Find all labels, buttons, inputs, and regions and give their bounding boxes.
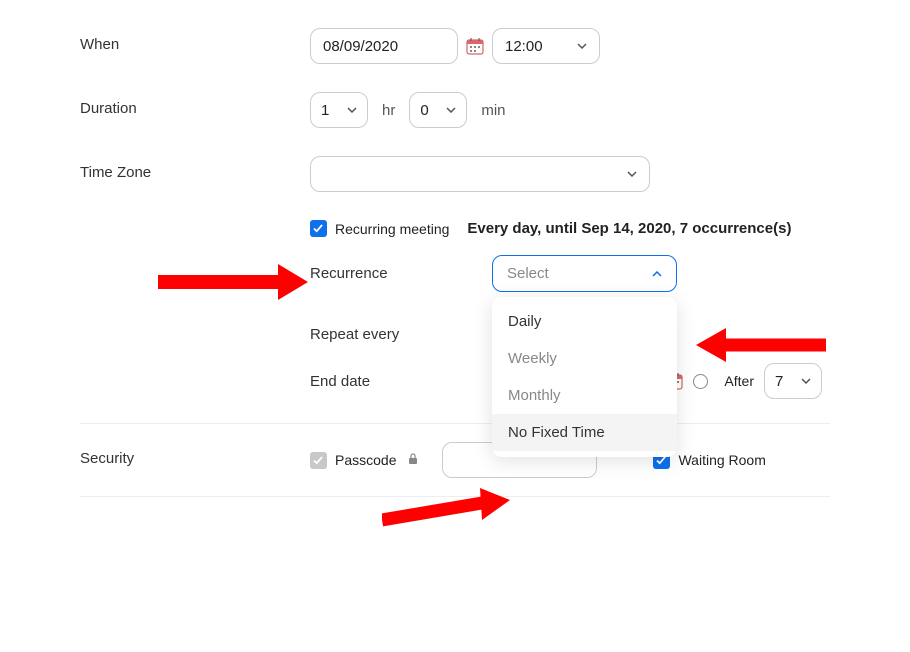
duration-hours-select[interactable]: 1 xyxy=(310,92,368,128)
recurrence-option-weekly[interactable]: Weekly xyxy=(492,340,677,377)
divider xyxy=(80,423,830,424)
when-date-input[interactable]: 08/09/2020 xyxy=(310,28,458,64)
recurrence-dropdown: Daily Weekly Monthly No Fixed Time xyxy=(492,297,677,457)
divider xyxy=(80,496,830,497)
recurrence-option-no-fixed-time[interactable]: No Fixed Time xyxy=(492,414,677,451)
recurring-meeting-checkbox[interactable]: Recurring meeting xyxy=(310,220,449,237)
duration-label: Duration xyxy=(80,92,310,117)
after-label: After xyxy=(724,373,754,389)
chevron-down-icon xyxy=(577,43,587,49)
duration-mins-value: 0 xyxy=(420,102,428,119)
duration-mins-select[interactable]: 0 xyxy=(409,92,467,128)
chevron-down-icon xyxy=(446,107,456,113)
when-label: When xyxy=(80,28,310,53)
repeat-every-label: Repeat every xyxy=(310,326,492,343)
recurrence-select[interactable]: Select xyxy=(492,255,677,292)
recurrence-option-monthly[interactable]: Monthly xyxy=(492,377,677,414)
recurrence-option-daily[interactable]: Daily xyxy=(492,303,677,340)
end-date-label: End date xyxy=(310,373,492,390)
recurrence-label: Recurrence xyxy=(310,265,492,282)
chevron-up-icon xyxy=(652,271,662,277)
passcode-checkbox[interactable]: Passcode xyxy=(310,452,396,469)
calendar-icon[interactable] xyxy=(466,37,484,55)
checkbox-checked-icon xyxy=(310,220,327,237)
chevron-down-icon xyxy=(627,171,637,177)
annotation-arrow xyxy=(382,488,510,530)
checkbox-checked-icon xyxy=(310,452,327,469)
passcode-label: Passcode xyxy=(335,452,396,468)
when-time-select[interactable]: 12:00 xyxy=(492,28,600,64)
timezone-select[interactable] xyxy=(310,156,650,192)
chevron-down-icon xyxy=(801,378,811,384)
lock-icon xyxy=(404,452,422,468)
after-radio[interactable] xyxy=(693,374,708,389)
when-time-value: 12:00 xyxy=(505,38,543,55)
hours-unit: hr xyxy=(382,102,395,119)
waiting-room-label: Waiting Room xyxy=(678,452,765,468)
after-value: 7 xyxy=(775,373,783,390)
duration-hours-value: 1 xyxy=(321,102,329,119)
recurring-summary: Every day, until Sep 14, 2020, 7 occurre… xyxy=(467,220,791,237)
chevron-down-icon xyxy=(347,107,357,113)
security-label: Security xyxy=(80,442,310,467)
timezone-label: Time Zone xyxy=(80,156,310,181)
recurrence-placeholder: Select xyxy=(507,265,549,282)
after-count-select[interactable]: 7 xyxy=(764,363,822,399)
mins-unit: min xyxy=(481,102,505,119)
recurring-checkbox-label: Recurring meeting xyxy=(335,221,449,237)
